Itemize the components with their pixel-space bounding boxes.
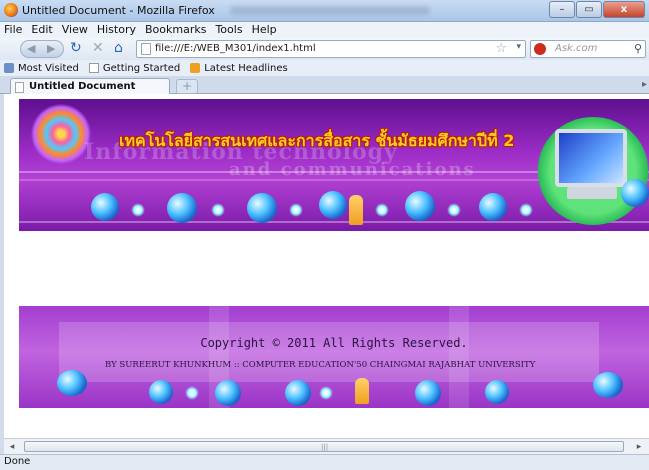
tab-untitled-document[interactable]: Untitled Document [10, 78, 170, 95]
tab-list-icon[interactable]: ▸ [642, 79, 647, 90]
back-forward-button[interactable]: ◀ ▶ [20, 40, 64, 58]
window-title: Untitled Document - Mozilla Firefox [22, 4, 215, 17]
sparkle-icon [519, 203, 533, 217]
back-arrow-icon: ◀ [27, 42, 36, 55]
globe-icon [91, 193, 119, 221]
footer-banner: Copyright © 2011 All Rights Reserved. BY… [19, 306, 649, 408]
globe-icon [415, 380, 441, 406]
computer-monitor-icon [555, 129, 627, 187]
search-bar[interactable]: Ask.com ⚲ [530, 40, 646, 58]
menu-bar: File Edit View History Bookmarks Tools H… [0, 22, 649, 38]
sparkle-icon [319, 386, 333, 400]
page-content: Information technology and communication… [4, 94, 649, 438]
person-icon [349, 195, 363, 225]
scrollbar-grip-icon: ||| [321, 443, 329, 451]
minimize-button[interactable]: – [549, 1, 575, 18]
globe-icon [479, 193, 507, 221]
keyboard-icon [567, 187, 617, 199]
tab-label: Untitled Document [29, 81, 136, 92]
sparkle-icon [289, 203, 303, 217]
globe-icon [215, 380, 241, 406]
new-tab-button[interactable]: + [176, 79, 198, 94]
maximize-button[interactable]: ▭ [576, 1, 602, 18]
url-bar[interactable]: file:///E:/WEB_M301/index1.html ☆ ▾ [136, 40, 526, 58]
title-bar: Untitled Document - Mozilla Firefox – ▭ … [0, 0, 649, 22]
menu-edit[interactable]: Edit [31, 22, 52, 38]
footer-author-line: BY SUREERUT KHUNKHUM :: COMPUTER EDUCATI… [105, 360, 536, 370]
firefox-icon [4, 3, 18, 17]
url-text[interactable]: file:///E:/WEB_M301/index1.html [155, 43, 316, 54]
status-bar: Done [0, 454, 649, 470]
person-icon [355, 378, 369, 404]
url-dropdown-icon[interactable]: ▾ [516, 42, 521, 52]
bookmarks-toolbar: Most Visited Getting Started Latest Head… [0, 60, 649, 76]
horizontal-scrollbar[interactable]: ◂ ||| ▸ [4, 438, 649, 454]
menu-file[interactable]: File [4, 22, 22, 38]
forward-arrow-icon: ▶ [47, 42, 56, 55]
menu-tools[interactable]: Tools [215, 22, 242, 38]
search-icon[interactable]: ⚲ [634, 42, 642, 55]
light-beam [449, 306, 469, 408]
bookmark-label: Latest Headlines [204, 62, 288, 74]
banner-english-line2: and communications [229, 159, 476, 180]
most-visited-icon [4, 63, 14, 73]
banner-stripe [19, 221, 649, 223]
bookmark-latest-headlines[interactable]: Latest Headlines [190, 63, 288, 74]
page-icon [88, 63, 99, 73]
reload-icon[interactable]: ↻ [70, 40, 82, 57]
globe-icon [57, 370, 87, 396]
search-engine-icon[interactable] [534, 43, 546, 55]
bookmark-label: Most Visited [18, 62, 79, 74]
footer-panel [59, 322, 599, 382]
home-icon[interactable]: ⌂ [114, 40, 123, 57]
bookmark-getting-started[interactable]: Getting Started [88, 62, 181, 74]
search-placeholder[interactable]: Ask.com [555, 43, 597, 54]
globe-icon [319, 191, 347, 219]
menu-view[interactable]: View [62, 22, 88, 38]
globe-icon [285, 380, 311, 406]
bookmark-most-visited[interactable]: Most Visited [4, 63, 79, 74]
tab-bar: Untitled Document + ▸ [0, 76, 649, 95]
rss-feed-icon [190, 63, 201, 73]
globe-icon [621, 179, 649, 207]
close-button[interactable]: x [603, 1, 645, 18]
flower-ornament-icon [31, 103, 91, 165]
globe-icon [247, 193, 277, 223]
globe-icon [149, 380, 173, 404]
menu-history[interactable]: History [97, 22, 136, 38]
footer-copyright: Copyright © 2011 All Rights Reserved. [200, 336, 468, 350]
scroll-left-icon[interactable]: ◂ [6, 441, 18, 453]
banner-thai-title: เทคโนโลยีสารสนเทศและการสื่อสาร ชั้นมัธยม… [119, 131, 515, 150]
menu-bookmarks[interactable]: Bookmarks [145, 22, 206, 38]
scrollbar-thumb[interactable]: ||| [24, 441, 624, 452]
globe-icon [485, 380, 509, 404]
status-text: Done [4, 456, 31, 467]
sparkle-icon [375, 203, 389, 217]
window-controls: – ▭ x [548, 1, 645, 18]
sparkle-icon [211, 203, 225, 217]
bookmark-star-icon[interactable]: ☆ [495, 41, 507, 56]
sparkle-icon [185, 386, 199, 400]
navigation-toolbar: ◀ ▶ ↻ ✕ ⌂ file:///E:/WEB_M301/index1.htm… [0, 38, 649, 60]
page-icon [15, 82, 24, 93]
globe-icon [167, 193, 197, 223]
globe-icon [405, 191, 435, 221]
stop-icon[interactable]: ✕ [92, 40, 104, 57]
bookmark-label: Getting Started [102, 62, 181, 74]
sparkle-icon [447, 203, 461, 217]
title-bar-blur [230, 6, 430, 15]
header-banner: Information technology and communication… [19, 99, 649, 231]
globe-icon [593, 372, 623, 398]
page-icon [141, 43, 151, 55]
scroll-right-icon[interactable]: ▸ [633, 441, 645, 453]
menu-help[interactable]: Help [252, 22, 277, 38]
sparkle-icon [131, 203, 145, 217]
